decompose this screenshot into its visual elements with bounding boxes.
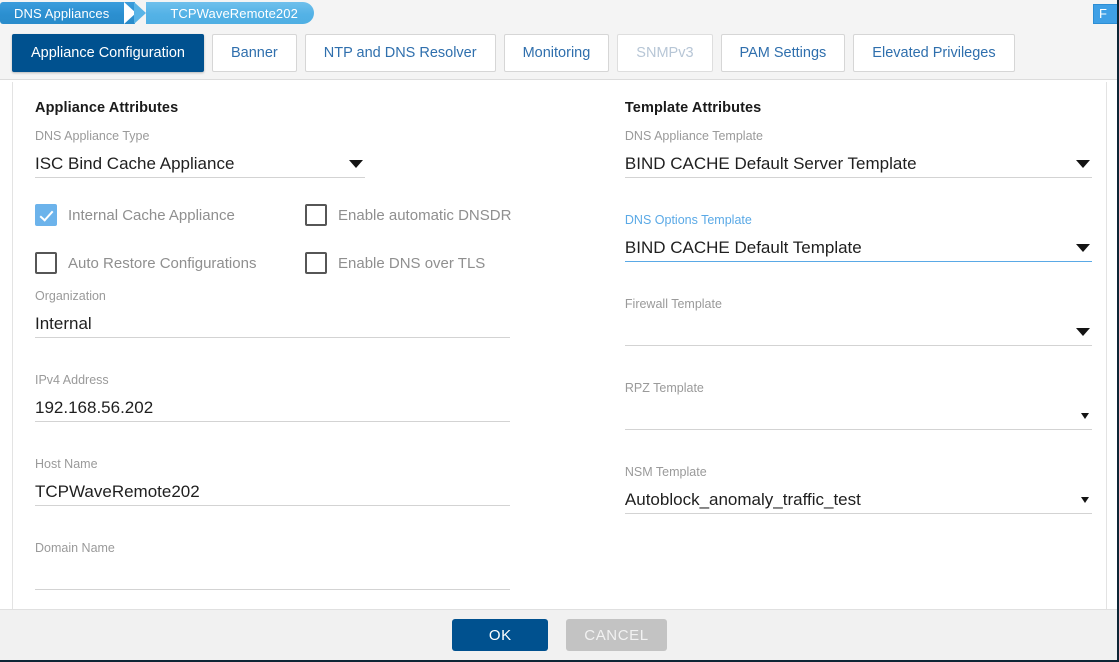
chevron-down-icon: [1075, 159, 1090, 168]
field-ipv4-address: IPv4 Address 192.168.56.202: [35, 372, 612, 422]
tab-ntp-and-dns-resolver[interactable]: NTP and DNS Resolver: [304, 33, 496, 72]
checkbox-unchecked-icon[interactable]: [305, 252, 327, 274]
breadcrumb-trail: DNS Appliances TCPWaveRemote202: [0, 2, 314, 24]
corner-action-button[interactable]: F: [1093, 4, 1117, 24]
tab-label: Elevated Privileges: [872, 44, 996, 61]
breadcrumb: DNS Appliances TCPWaveRemote202 F: [0, 0, 1117, 26]
checkbox-internal-cache-appliance[interactable]: Internal Cache Appliance: [35, 204, 305, 226]
tab-banner[interactable]: Banner: [211, 33, 297, 72]
field-dns-options-template: DNS Options Template BIND CACHE Default …: [624, 212, 1106, 262]
field-label: DNS Appliance Template: [624, 129, 763, 143]
breadcrumb-item-label: TCPWaveRemote202: [170, 5, 298, 21]
field-label: IPv4 Address: [35, 373, 109, 387]
tab-snmpv3: SNMPv3: [617, 33, 713, 72]
configuration-form: Appliance Attributes DNS Appliance Type …: [12, 82, 1107, 612]
dns-options-template-select[interactable]: BIND CACHE Default Template: [624, 234, 1092, 262]
rpz-template-select[interactable]: [624, 402, 1092, 430]
field-label: Firewall Template: [624, 297, 722, 311]
field-dns-appliance-type: DNS Appliance Type ISC Bind Cache Applia…: [35, 128, 612, 178]
firewall-template-select[interactable]: [624, 318, 1092, 346]
tab-monitoring[interactable]: Monitoring: [503, 33, 610, 72]
organization-input[interactable]: Internal: [35, 310, 510, 338]
field-label: NSM Template: [624, 465, 707, 479]
input-value: Internal: [35, 313, 92, 333]
select-value: Autoblock_anomaly_traffic_test: [624, 489, 861, 509]
select-value: BIND CACHE Default Template: [624, 237, 862, 257]
field-label: Host Name: [35, 457, 98, 471]
tab-label: Appliance Configuration: [31, 44, 185, 61]
breadcrumb-item-label: DNS Appliances: [14, 5, 110, 21]
field-label: DNS Options Template: [624, 213, 752, 227]
template-attributes-column: Template Attributes DNS Appliance Templa…: [612, 100, 1106, 594]
template-attributes-title: Template Attributes: [624, 100, 762, 116]
dns-appliance-template-select[interactable]: BIND CACHE Default Server Template: [624, 150, 1092, 178]
appliance-configuration-screen: DNS Appliances TCPWaveRemote202 F Applia…: [0, 0, 1119, 662]
tab-label: NTP and DNS Resolver: [323, 44, 477, 61]
form-columns: Appliance Attributes DNS Appliance Type …: [13, 82, 1106, 594]
tab-label: Banner: [230, 44, 278, 61]
ipv4-address-input[interactable]: 192.168.56.202: [35, 394, 510, 422]
field-host-name: Host Name TCPWaveRemote202: [35, 456, 612, 506]
field-label: RPZ Template: [624, 381, 704, 395]
domain-name-input[interactable]: [35, 562, 510, 590]
breadcrumb-item-dns-appliances[interactable]: DNS Appliances: [0, 2, 137, 24]
breadcrumb-item-tcpwaveremote202[interactable]: TCPWaveRemote202: [134, 2, 314, 24]
field-label: DNS Appliance Type: [35, 129, 150, 143]
host-name-input[interactable]: TCPWaveRemote202: [35, 478, 510, 506]
chevron-down-icon: [1075, 327, 1090, 336]
tab-bar: Appliance Configuration Banner NTP and D…: [0, 26, 1117, 80]
field-label: Organization: [35, 289, 106, 303]
tab-label: SNMPv3: [636, 44, 694, 61]
field-organization: Organization Internal: [35, 288, 612, 338]
appliance-attributes-title: Appliance Attributes: [35, 100, 179, 116]
checkbox-label: Auto Restore Configurations: [68, 254, 257, 272]
checkbox-unchecked-icon[interactable]: [305, 204, 327, 226]
appliance-attributes-column: Appliance Attributes DNS Appliance Type …: [13, 100, 612, 594]
tab-pam-settings[interactable]: PAM Settings: [720, 33, 846, 72]
field-nsm-template: NSM Template Autoblock_anomaly_traffic_t…: [624, 464, 1106, 514]
tab-elevated-privileges[interactable]: Elevated Privileges: [853, 33, 1015, 72]
chevron-down-icon: [1075, 243, 1090, 252]
checkbox-row-1: Internal Cache Appliance Enable automati…: [35, 204, 612, 226]
dialog-footer: OK CANCEL: [0, 609, 1117, 660]
nsm-template-select[interactable]: Autoblock_anomaly_traffic_test: [624, 486, 1092, 514]
field-label: Domain Name: [35, 541, 115, 555]
checkbox-checked-icon[interactable]: [35, 204, 57, 226]
checkbox-label: Internal Cache Appliance: [68, 206, 235, 224]
dns-appliance-type-select[interactable]: ISC Bind Cache Appliance: [35, 150, 365, 178]
checkbox-enable-automatic-dnsdr[interactable]: Enable automatic DNSDR: [305, 204, 511, 226]
input-value: 192.168.56.202: [35, 397, 154, 417]
cancel-button[interactable]: CANCEL: [566, 619, 667, 651]
tab-appliance-configuration[interactable]: Appliance Configuration: [12, 33, 204, 72]
chevron-down-icon: [349, 159, 363, 168]
checkbox-label: Enable DNS over TLS: [338, 254, 486, 272]
checkbox-auto-restore-configurations[interactable]: Auto Restore Configurations: [35, 252, 305, 274]
chevron-right-fill-icon: [134, 2, 147, 24]
select-value: ISC Bind Cache Appliance: [35, 153, 235, 173]
checkbox-row-2: Auto Restore Configurations Enable DNS o…: [35, 252, 612, 274]
input-value: TCPWaveRemote202: [35, 481, 200, 501]
tab-label: Monitoring: [522, 44, 591, 61]
field-dns-appliance-template: DNS Appliance Template BIND CACHE Defaul…: [624, 128, 1106, 178]
select-value: BIND CACHE Default Server Template: [624, 153, 917, 173]
chevron-down-icon: [1080, 412, 1089, 419]
field-domain-name: Domain Name: [35, 540, 612, 590]
ok-button[interactable]: OK: [452, 619, 549, 651]
field-firewall-template: Firewall Template: [624, 296, 1106, 346]
checkbox-label: Enable automatic DNSDR: [338, 206, 512, 224]
checkbox-unchecked-icon[interactable]: [35, 252, 57, 274]
chevron-down-icon: [1080, 496, 1089, 503]
checkbox-enable-dns-over-tls[interactable]: Enable DNS over TLS: [305, 252, 485, 274]
tab-label: PAM Settings: [739, 44, 827, 61]
field-rpz-template: RPZ Template: [624, 380, 1106, 430]
